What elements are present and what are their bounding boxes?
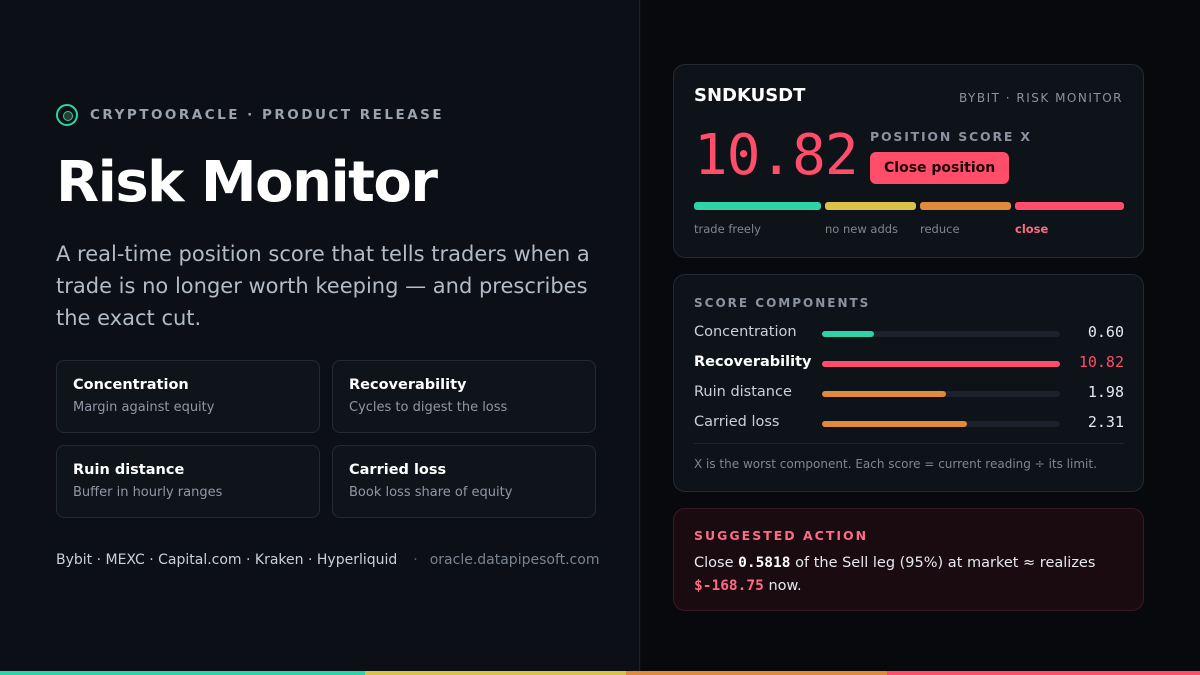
components-footnote: X is the worst component. Each score = c… [694,457,1097,471]
component-bar-track [822,361,1060,367]
exchange-list: Bybit · MEXC · Capital.com · Kraken · Hy… [56,552,398,568]
position-score-value: 10.82 [694,123,859,188]
ring-logo-icon [56,104,78,126]
strip-segment-green [0,671,365,675]
component-bar-fill [822,331,875,337]
feature-card-recoverability: Recoverability Cycles to digest the loss [332,360,596,433]
divider [694,443,1124,444]
page-title: Risk Monitor [56,150,438,215]
footer-separator: · [413,552,418,568]
action-pnl: $-168.75 [694,578,764,594]
component-name: Recoverability [694,354,812,370]
component-value: 2.31 [1087,413,1124,431]
eyebrow-text: CRYPTOORACLE · PRODUCT RELEASE [90,107,445,123]
component-name: Concentration [694,324,797,340]
feature-card-title: Carried loss [349,462,447,478]
component-bar-fill [822,391,946,397]
left-panel: CRYPTOORACLE · PRODUCT RELEASE Risk Moni… [0,0,640,675]
close-position-button[interactable]: Close position [870,152,1010,184]
action-mid: of the Sell leg (95%) at market ≈ realiz… [790,555,1096,571]
feature-card-ruin-distance: Ruin distance Buffer in hourly ranges [56,445,320,518]
action-pre: Close [694,555,739,571]
score-components-card: SCORE COMPONENTS Concentration 0.60 Reco… [673,274,1144,492]
component-bar-track [822,391,1060,397]
zone-bar [694,202,1124,210]
component-value: 1.98 [1087,383,1124,401]
venue-label: BYBIT · RISK MONITOR [958,91,1123,105]
feature-card-title: Ruin distance [73,462,185,478]
feature-card-desc: Cycles to digest the loss [349,400,508,415]
component-row-carried-loss: Carried loss 2.31 [694,413,1124,433]
feature-card-title: Concentration [73,377,189,393]
feature-cards: Concentration Margin against equity Reco… [56,360,596,518]
component-value: 0.60 [1087,323,1124,341]
suggested-action-card: SUGGESTED ACTION Close 0.5818 of the Sel… [673,508,1144,611]
component-bar-fill [822,361,1060,367]
section-title: SCORE COMPONENTS [694,296,871,310]
action-post: now. [763,578,802,594]
action-title: SUGGESTED ACTION [694,528,869,543]
component-bar-fill [822,421,968,427]
strip-segment-red [887,671,1200,675]
component-name: Ruin distance [694,384,792,400]
footer-url-link[interactable]: oracle.datapipesoft.com [430,552,600,568]
footer-exchanges: Bybit · MEXC · Capital.com · Kraken · Hy… [56,552,599,568]
feature-card-carried-loss: Carried loss Book loss share of equity [332,445,596,518]
position-score-card: SNDKUSDT BYBIT · RISK MONITOR 10.82 POSI… [673,64,1144,258]
component-bar-track [822,331,1060,337]
component-row-recoverability: Recoverability 10.82 [694,353,1124,373]
zone-label-close: close [1015,222,1049,236]
component-row-concentration: Concentration 0.60 [694,323,1124,343]
page-subtitle: A real-time position score that tells tr… [56,242,590,330]
feature-card-concentration: Concentration Margin against equity [56,360,320,433]
feature-card-desc: Buffer in hourly ranges [73,485,223,500]
zone-segment-reduce [920,202,1011,210]
component-row-ruin-distance: Ruin distance 1.98 [694,383,1124,403]
symbol-label: SNDKUSDT [694,85,806,106]
eyebrow: CRYPTOORACLE · PRODUCT RELEASE [56,104,444,126]
strip-segment-yellow [365,671,626,675]
feature-card-desc: Margin against equity [73,400,215,415]
zone-segment-trade-freely [694,202,821,210]
zone-label-no-new-adds: no new adds [825,222,899,236]
zone-label-reduce: reduce [920,222,960,236]
component-name: Carried loss [694,414,780,430]
strip-segment-orange [626,671,887,675]
zone-segment-no-new-adds [825,202,916,210]
action-quantity: 0.5818 [738,555,791,571]
bottom-color-strip [0,671,1200,675]
component-value: 10.82 [1078,353,1124,371]
feature-card-title: Recoverability [349,377,467,393]
zone-label-trade-freely: trade freely [694,222,761,236]
feature-card-desc: Book loss share of equity [349,485,513,500]
component-bar-track [822,421,1060,427]
action-text: Close 0.5818 of the Sell leg (95%) at ma… [694,552,1134,598]
zone-segment-close [1015,202,1124,210]
position-score-label: POSITION SCORE X [870,129,1032,144]
